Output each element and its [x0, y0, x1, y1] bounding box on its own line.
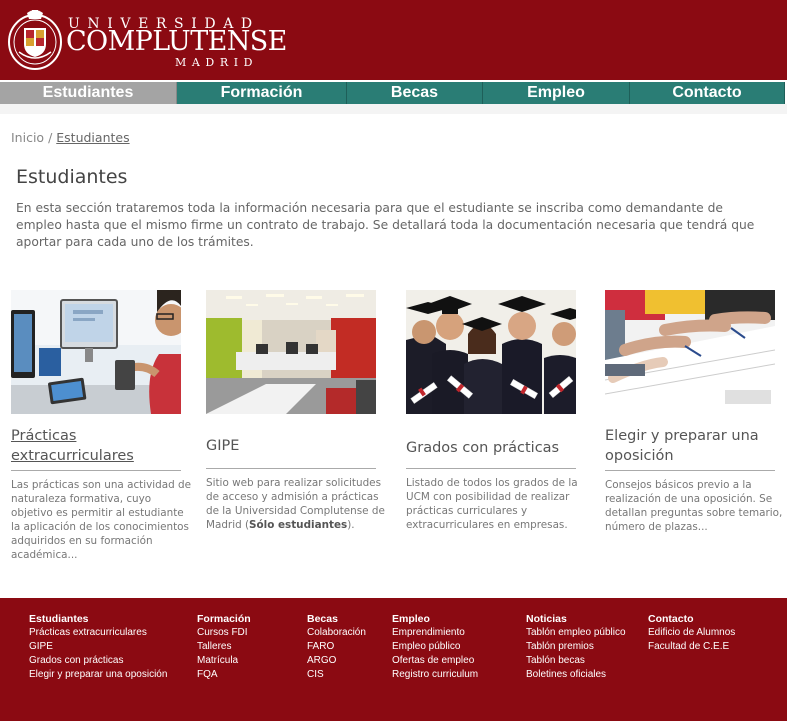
card-divider: [605, 470, 775, 471]
nav-shadow-band: [0, 104, 787, 114]
footer-link[interactable]: Boletines oficiales: [526, 668, 626, 682]
breadcrumb: Inicio / Estudiantes: [11, 130, 130, 145]
footer-link[interactable]: Elegir y preparar una oposición: [29, 668, 167, 682]
footer-heading[interactable]: Empleo: [392, 612, 478, 626]
card-description-grados: Listado de todos los grados de la UCM co…: [406, 477, 578, 531]
university-seal-icon[interactable]: [7, 8, 63, 70]
footer-link[interactable]: Registro curriculum: [392, 668, 478, 682]
footer-link[interactable]: Tablón premios: [526, 640, 626, 654]
breadcrumb-current[interactable]: Estudiantes: [56, 130, 129, 145]
card-divider: [11, 470, 181, 471]
footer-link[interactable]: CIS: [307, 668, 366, 682]
card-image-grados[interactable]: [406, 290, 576, 414]
footer-link[interactable]: Facultad de C.E.E: [648, 640, 735, 654]
footer-column-becas: Becas Colaboración FARO ARGO CIS: [307, 612, 366, 682]
footer-link[interactable]: FARO: [307, 640, 366, 654]
footer-link[interactable]: Empleo público: [392, 640, 478, 654]
card-image-practicas[interactable]: [11, 290, 181, 414]
main-nav: Estudiantes Formación Becas Empleo Conta…: [0, 80, 787, 104]
card-description-practicas: Las prácticas son una actividad de natur…: [11, 479, 192, 561]
nav-item-formacion[interactable]: Formación: [177, 82, 347, 104]
footer-link[interactable]: Ofertas de empleo: [392, 654, 478, 668]
footer-heading[interactable]: Estudiantes: [29, 612, 167, 626]
logo-line-complutense: COMPLUTENSE: [66, 26, 287, 57]
footer-heading[interactable]: Formación: [197, 612, 251, 626]
card-title-practicas[interactable]: Prácticas extracurriculares: [11, 426, 181, 466]
footer-link[interactable]: Talleres: [197, 640, 251, 654]
nav-item-contacto[interactable]: Contacto: [630, 82, 785, 104]
footer-link[interactable]: Tablón empleo público: [526, 626, 626, 640]
footer-column-contacto: Contacto Edificio de Alumnos Facultad de…: [648, 612, 735, 654]
card-title-oposicion[interactable]: Elegir y preparar una oposición: [605, 426, 775, 466]
card-divider: [406, 468, 576, 469]
card-description-oposicion: Consejos básicos previo a la realización…: [605, 479, 783, 533]
site-footer: Estudiantes Prácticas extracurriculares …: [0, 598, 787, 721]
footer-heading[interactable]: Becas: [307, 612, 366, 626]
card-gipe: GIPE Sitio web para realizar solicitudes…: [206, 290, 385, 531]
nav-item-estudiantes[interactable]: Estudiantes: [0, 82, 177, 104]
footer-column-noticias: Noticias Tablón empleo público Tablón pr…: [526, 612, 626, 682]
nav-item-becas[interactable]: Becas: [347, 82, 483, 104]
card-description-gipe-end: ).: [347, 519, 355, 531]
card-oposicion: Elegir y preparar una oposición Consejos…: [605, 290, 782, 533]
breadcrumb-home[interactable]: Inicio: [11, 130, 44, 145]
card-image-gipe[interactable]: [206, 290, 376, 414]
footer-link[interactable]: Emprendimiento: [392, 626, 478, 640]
footer-link[interactable]: Matrícula: [197, 654, 251, 668]
site-header: UNIVERSIDAD COMPLUTENSE MADRID: [0, 0, 787, 80]
card-title-gipe[interactable]: GIPE: [206, 436, 239, 456]
footer-link[interactable]: ARGO: [307, 654, 366, 668]
footer-link[interactable]: Edificio de Alumnos: [648, 626, 735, 640]
breadcrumb-separator: /: [48, 130, 53, 145]
footer-heading[interactable]: Contacto: [648, 612, 735, 626]
footer-link[interactable]: Tablón becas: [526, 654, 626, 668]
footer-link[interactable]: FQA: [197, 668, 251, 682]
card-image-oposicion[interactable]: [605, 290, 775, 414]
nav-item-empleo[interactable]: Empleo: [483, 82, 630, 104]
card-description-gipe-bold: Sólo estudiantes: [249, 519, 348, 531]
card-practicas: Prácticas extracurriculares Las práctica…: [11, 290, 191, 561]
footer-column-estudiantes: Estudiantes Prácticas extracurriculares …: [29, 612, 167, 682]
intro-text: En esta sección trataremos toda la infor…: [16, 201, 755, 249]
footer-link[interactable]: Cursos FDI: [197, 626, 251, 640]
footer-link[interactable]: Prácticas extracurriculares: [29, 626, 167, 640]
card-title-grados[interactable]: Grados con prácticas: [406, 438, 559, 458]
card-divider: [206, 468, 376, 469]
footer-column-formacion: Formación Cursos FDI Talleres Matrícula …: [197, 612, 251, 682]
footer-column-empleo: Empleo Emprendimiento Empleo público Ofe…: [392, 612, 478, 682]
footer-heading[interactable]: Noticias: [526, 612, 626, 626]
card-description-gipe: Sitio web para realizar solicitudes de a…: [206, 476, 386, 532]
card-grados: Grados con prácticas Listado de todos lo…: [406, 290, 578, 531]
logo-line-madrid: MADRID: [175, 56, 259, 69]
page-title: Estudiantes: [16, 166, 128, 188]
footer-link[interactable]: Colaboración: [307, 626, 366, 640]
footer-link[interactable]: GIPE: [29, 640, 167, 654]
footer-link[interactable]: Grados con prácticas: [29, 654, 167, 668]
